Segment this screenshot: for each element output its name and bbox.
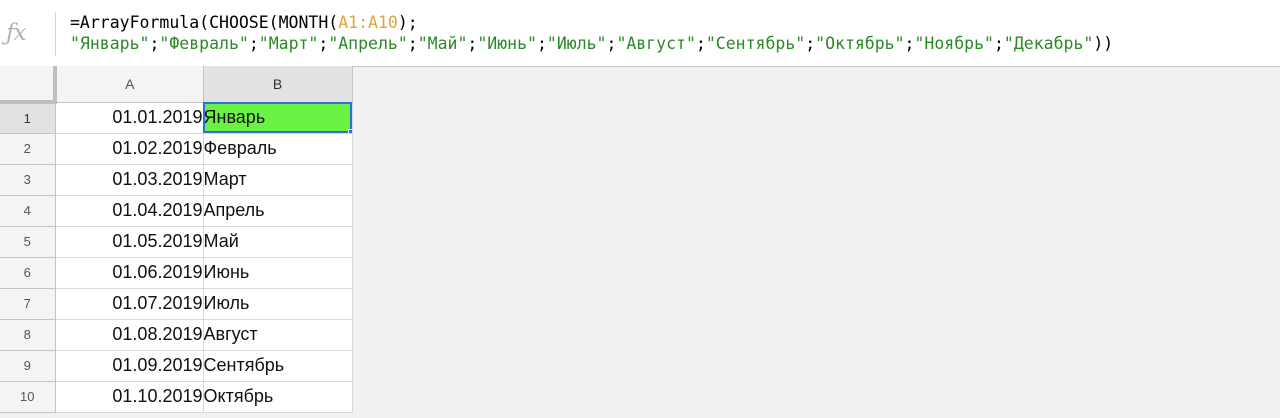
cell-b6[interactable]: Июнь [203, 257, 353, 289]
cell-a3[interactable]: 01.03.2019 [55, 164, 204, 196]
formula-string-arg: "Май" [417, 34, 468, 53]
cell-b10[interactable]: Октябрь [203, 381, 353, 413]
formula-separator: ; [805, 34, 816, 53]
formula-separator: ; [904, 34, 915, 53]
formula-line-2: "Январь";"Февраль";"Март";"Апрель";"Май"… [70, 33, 1270, 54]
cell-b1[interactable]: Январь [203, 102, 353, 134]
formula-bar-divider [55, 12, 56, 56]
table-row: 3 01.03.2019 Март [0, 164, 353, 196]
formula-string-arg: "Сентябрь" [705, 34, 806, 53]
cell-a7[interactable]: 01.07.2019 [55, 288, 204, 320]
sheet-grid: A B 1 01.01.2019 Январь 2 01.02.2019 Февраль 3… [0, 66, 353, 413]
row-header[interactable]: 5 [0, 226, 56, 258]
formula-separator: )) [1093, 34, 1114, 53]
table-row: 7 01.07.2019 Июль [0, 288, 353, 320]
formula-string-arg: "Февраль" [159, 34, 249, 53]
fx-icon: ƒx [6, 20, 26, 46]
formula-separator: ; [407, 34, 418, 53]
table-row: 6 01.06.2019 Июнь [0, 257, 353, 289]
formula-string-arg: "Март" [258, 34, 319, 53]
cell-a8[interactable]: 01.08.2019 [55, 319, 204, 351]
formula-separator: ; [149, 34, 160, 53]
formula-separator: ; [606, 34, 617, 53]
table-row: 5 01.05.2019 Май [0, 226, 353, 258]
row-header[interactable]: 8 [0, 319, 56, 351]
formula-string-arg: "Декабрь" [1003, 34, 1094, 53]
cell-b4[interactable]: Апрель [203, 195, 353, 227]
table-row: 4 01.04.2019 Апрель [0, 195, 353, 227]
cell-b9[interactable]: Сентябрь [203, 350, 353, 382]
row-header[interactable]: 10 [0, 381, 56, 413]
cell-a9[interactable]: 01.09.2019 [55, 350, 204, 382]
formula-separator: ; [318, 34, 329, 53]
table-row: 10 01.10.2019 Октябрь [0, 381, 353, 413]
formula-line-1: =ArrayFormula(CHOOSE(MONTH(A1:A10); [70, 12, 1270, 33]
formula-string-arg: "Июнь" [477, 34, 537, 53]
formula-range-ref: A1:A10 [338, 13, 398, 32]
formula-string-arg: "Октябрь" [815, 34, 905, 53]
formula-input[interactable]: =ArrayFormula(CHOOSE(MONTH(A1:A10); "Янва… [70, 12, 1270, 54]
cell-b3[interactable]: Март [203, 164, 353, 196]
formula-separator: ; [248, 34, 259, 53]
formula-string-arg: "Январь" [70, 34, 150, 53]
select-all-corner[interactable] [0, 66, 57, 104]
column-header-a[interactable]: A [55, 66, 204, 103]
table-row: 2 01.02.2019 Февраль [0, 133, 353, 165]
row-header[interactable]: 3 [0, 164, 56, 196]
formula-separator: ; [467, 34, 478, 53]
formula-separator: ; [536, 34, 547, 53]
cell-a4[interactable]: 01.04.2019 [55, 195, 204, 227]
table-row: 9 01.09.2019 Сентябрь [0, 350, 353, 382]
fill-handle[interactable] [347, 128, 351, 132]
cell-a2[interactable]: 01.02.2019 [55, 133, 204, 165]
cell-a5[interactable]: 01.05.2019 [55, 226, 204, 258]
row-header[interactable]: 9 [0, 350, 56, 382]
formula-bar: ƒx =ArrayFormula(CHOOSE(MONTH(A1:A10); "Я… [0, 0, 1280, 67]
cell-b7[interactable]: Июль [203, 288, 353, 320]
row-header[interactable]: 2 [0, 133, 56, 165]
spreadsheet-app: ƒx =ArrayFormula(CHOOSE(MONTH(A1:A10); "Я… [0, 0, 1280, 418]
row-header[interactable]: 1 [0, 102, 56, 134]
formula-string-arg: "Июль" [546, 34, 607, 53]
cell-a10[interactable]: 01.10.2019 [55, 381, 204, 413]
table-row: 1 01.01.2019 Январь [0, 102, 353, 134]
formula-suffix-text: ); [397, 13, 418, 32]
cell-b5[interactable]: Май [203, 226, 353, 258]
cell-b8[interactable]: Август [203, 319, 353, 351]
formula-string-arg: "Ноябрь" [914, 34, 994, 53]
table-row: 8 01.08.2019 Август [0, 319, 353, 351]
formula-separator: ; [993, 34, 1004, 53]
column-header-b[interactable]: B [203, 66, 353, 103]
formula-string-arg: "Апрель" [328, 34, 408, 53]
active-cell-value: Январь [203, 107, 266, 127]
cell-b2[interactable]: Февраль [203, 133, 353, 165]
row-header[interactable]: 7 [0, 288, 56, 320]
cell-a1[interactable]: 01.01.2019 [55, 102, 204, 134]
row-header[interactable]: 6 [0, 257, 56, 289]
row-header[interactable]: 4 [0, 195, 56, 227]
formula-string-arg: "Август" [616, 34, 696, 53]
cell-a6[interactable]: 01.06.2019 [55, 257, 204, 289]
formula-function-text: =ArrayFormula(CHOOSE(MONTH( [70, 13, 339, 32]
formula-separator: ; [695, 34, 706, 53]
